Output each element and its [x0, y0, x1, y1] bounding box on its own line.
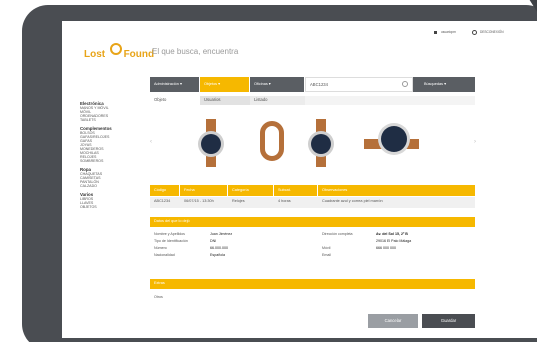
tab-bar: Objeto Usuarios Listado [150, 96, 475, 105]
finder-label: Nacionalidad [154, 253, 175, 257]
col-header-subcat: Subcat. [274, 185, 318, 196]
search-input[interactable]: ABC1234 [305, 77, 413, 92]
nav-dropdown-admin[interactable]: Administración ▾ [150, 77, 200, 92]
chevron-down-icon: ▾ [179, 82, 182, 86]
watch-image-2[interactable] [260, 121, 284, 161]
nav-dropdown-label: Búsquedas [424, 82, 443, 86]
search-icon[interactable] [402, 81, 408, 87]
table-row[interactable]: ABC1234 06/07/15 - 13:30h Relojes 4 hora… [150, 197, 475, 208]
nav-dropdown-label: Oficinas [254, 82, 268, 86]
finder-label: Email [322, 253, 331, 257]
finder-label: Tipo de Identificación [154, 239, 188, 243]
table-cell-fecha: 06/07/15 - 13:30h [184, 199, 214, 203]
sidebar-item[interactable]: OBJETOS [80, 205, 145, 209]
finder-value: 66.000.000 [210, 246, 228, 250]
finder-label: Nombre y Apellidos [154, 232, 185, 236]
finder-label: Número [154, 246, 167, 250]
user-label[interactable]: usuariopm [441, 30, 456, 34]
notes-value[interactable]: Otros [154, 295, 163, 300]
col-header-observaciones: Observaciones [322, 188, 348, 192]
cancel-button[interactable]: Cancelar [368, 314, 418, 328]
top-nav-bar: Administración ▾ Objetos ▾ Oficinas ▾ AB… [150, 77, 475, 92]
finder-details: Nombre y Apellidos Tipo de Identificació… [154, 232, 474, 273]
sidebar-group-electronica: Electrónica MANOS Y MÓVIL MÓVIL ORDENADO… [80, 101, 145, 122]
finder-label: Móvil [322, 246, 331, 250]
tab-listado[interactable]: Listado [250, 96, 305, 105]
finder-section-title: Datos del que lo dejó [154, 219, 190, 223]
finder-value: 666 000 000 [376, 246, 396, 250]
chevron-down-icon: ▾ [444, 82, 446, 86]
search-value: ABC1234 [310, 82, 328, 87]
sidebar-group-complementos: Complementos BOLSOS GAFAS/RELOJES GAFAS … [80, 126, 145, 163]
chevron-right-icon[interactable]: › [474, 139, 476, 145]
chevron-down-icon: ▾ [268, 82, 271, 86]
screen: Lost Found El que busca, encuentra usuar… [62, 21, 537, 338]
finder-value: Española [210, 253, 225, 257]
object-table-header: Código Fecha Categoría Subcat. Observaci… [150, 185, 475, 196]
image-gallery: ‹ › [150, 113, 476, 173]
finder-value: Av. del Sol 15, 2º B [376, 232, 408, 236]
finder-label: Dirección completa [322, 232, 353, 236]
device-frame: Lost Found El que busca, encuentra usuar… [22, 0, 537, 342]
tagline: El que busca, encuentra [152, 47, 239, 56]
finder-value: DNI [210, 239, 217, 243]
sidebar-group-varios: Varios LIBROS LLAVES OBJETOS [80, 192, 145, 209]
nav-dropdown-objetos[interactable]: Objetos ▾ [200, 77, 250, 92]
tab-usuarios[interactable]: Usuarios [200, 96, 250, 105]
notes-section-title: Extras [154, 281, 165, 285]
watch-image-4[interactable] [378, 123, 410, 155]
finder-section-header: Datos del que lo dejó [150, 217, 475, 227]
table-cell-categoria: Relojes [232, 199, 245, 203]
finder-value: Juan Jiménez [210, 232, 233, 236]
user-icon [434, 31, 437, 34]
power-icon[interactable] [472, 30, 477, 35]
table-cell-subcat: 4 horas [278, 199, 291, 203]
logout-link[interactable]: DESCONEXIÓN [480, 30, 504, 34]
logo-lost: Lost [84, 49, 106, 60]
col-header-fecha: Fecha [180, 185, 228, 196]
tab-objeto[interactable]: Objeto [150, 96, 200, 105]
nav-dropdown-oficinas[interactable]: Oficinas ▾ [250, 77, 305, 92]
magnifier-icon [110, 43, 122, 55]
finder-value: 29016 El Palo Málaga [376, 239, 412, 243]
sidebar-group-ropa: Ropa CHAQUETAS CAMISETAS PANTALÓN CALZAD… [80, 167, 145, 188]
col-header-codigo: Código [150, 185, 180, 196]
table-cell-codigo: ABC1234 [154, 199, 171, 203]
chevron-down-icon: ▾ [218, 82, 221, 86]
col-header-categoria: Categoría [228, 185, 274, 196]
nav-dropdown-label: Objetos [204, 82, 218, 86]
nav-dropdown-busquedas[interactable]: Búsquedas ▾ [420, 77, 475, 92]
sidebar-item[interactable]: CALZADO [80, 184, 145, 188]
sidebar-item[interactable]: TABLETS [80, 118, 145, 122]
sidebar-item[interactable]: SOMBREROS [80, 159, 145, 163]
nav-dropdown-label: Administración [154, 82, 179, 86]
notes-section-header: Extras [150, 279, 475, 289]
logo-found: Found [123, 49, 155, 60]
table-cell-observaciones: Cuadrante azul y correa piel marrón [322, 199, 383, 203]
logo[interactable]: Lost Found [84, 43, 155, 62]
watch-image-1[interactable] [198, 131, 224, 157]
save-button[interactable]: Guardar [422, 314, 475, 328]
chevron-left-icon[interactable]: ‹ [150, 139, 152, 145]
watch-image-3[interactable] [308, 131, 334, 157]
sidebar: Electrónica MANOS Y MÓVIL MÓVIL ORDENADO… [80, 101, 145, 209]
